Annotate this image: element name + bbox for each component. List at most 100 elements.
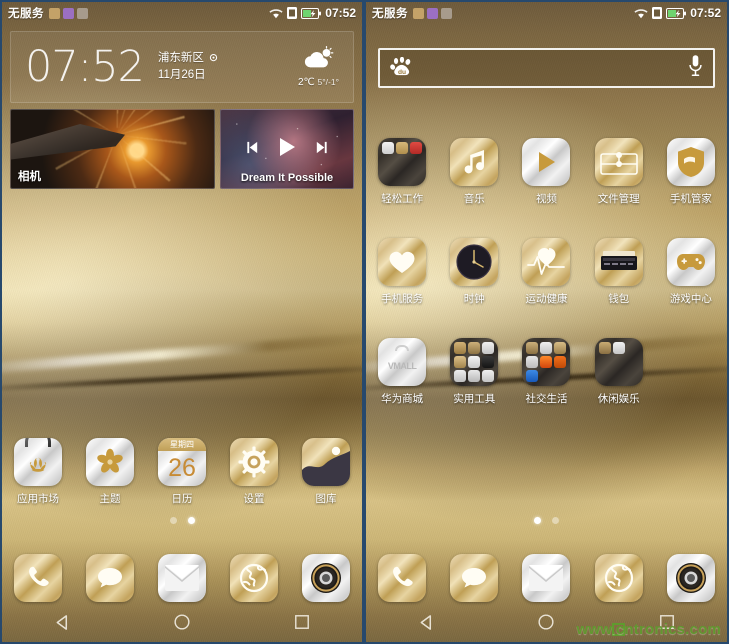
page-dot-active[interactable] bbox=[534, 517, 541, 524]
clock-weather-widget[interactable]: 07:52 浦东新区 11月26日 2℃ 5°/-1° bbox=[10, 31, 354, 103]
mini-app-icon bbox=[482, 356, 495, 368]
app-label: 时钟 bbox=[463, 293, 485, 305]
widget-date: 11月26日 bbox=[157, 69, 206, 81]
app-appstore[interactable]: 应用市场 bbox=[2, 434, 74, 506]
mini-app-icon bbox=[554, 356, 567, 368]
app-folder-social[interactable]: 社交生活 bbox=[510, 334, 582, 406]
status-system-icons: 07:52 bbox=[634, 6, 721, 20]
app-calendar[interactable]: 星期四 26 日历 bbox=[146, 434, 218, 506]
status-bar-right: 无服务 07:52 bbox=[366, 2, 727, 24]
app-label: 游戏中心 bbox=[669, 293, 712, 305]
app-folder-tools[interactable]: 实用工具 bbox=[438, 334, 510, 406]
widget-temperature: 2℃ bbox=[297, 77, 315, 88]
camera-lens-icon[interactable] bbox=[666, 554, 715, 602]
next-icon bbox=[316, 141, 327, 153]
status-time: 07:52 bbox=[690, 6, 721, 20]
app-phone-manager[interactable]: 手机管家 bbox=[655, 134, 727, 206]
screenshot-icon bbox=[427, 7, 438, 19]
app-label: 图库 bbox=[315, 493, 337, 505]
envelope-icon[interactable] bbox=[522, 554, 571, 602]
app-wallet[interactable]: 钱包 bbox=[583, 234, 655, 306]
calendar-icon: 星期四 26 bbox=[158, 438, 206, 486]
globe-icon[interactable] bbox=[594, 554, 643, 602]
vmall-wordmark: VMALL bbox=[387, 361, 417, 371]
folder-icon bbox=[594, 338, 643, 386]
app-folder-entertainment[interactable]: 休闲娱乐 bbox=[583, 334, 655, 406]
wallpaper-shadow-line bbox=[2, 365, 362, 393]
widget-location: 浦东新区 bbox=[157, 52, 204, 64]
navigation-bar-left bbox=[2, 602, 362, 642]
app-vmall[interactable]: VMALL 华为商城 bbox=[366, 334, 438, 406]
play-icon bbox=[280, 138, 295, 156]
app-clock[interactable]: 时钟 bbox=[438, 234, 510, 306]
camera-widget[interactable]: 相机 bbox=[10, 109, 215, 189]
carrier-label: 无服务 bbox=[8, 8, 44, 20]
camera-lens-icon[interactable] bbox=[302, 554, 350, 602]
music-widget[interactable]: Dream It Possible bbox=[220, 109, 354, 189]
battery-charging-icon bbox=[666, 7, 687, 19]
left-home-screen: 无服务 07:52 07:52 浦东新区 11月26日 2℃ 5°/-1° 相机… bbox=[0, 0, 364, 644]
message-icon[interactable] bbox=[86, 554, 134, 602]
mini-app-icon bbox=[454, 370, 467, 382]
message-icon[interactable] bbox=[450, 554, 499, 602]
app-game-center[interactable]: 游戏中心 bbox=[655, 234, 727, 306]
mini-app-icon bbox=[382, 142, 395, 154]
mini-app-icon bbox=[612, 342, 625, 354]
back-icon[interactable] bbox=[54, 614, 71, 631]
phone-icon[interactable] bbox=[14, 554, 62, 602]
app-label: 华为商城 bbox=[381, 393, 424, 405]
envelope-icon[interactable] bbox=[158, 554, 206, 602]
app-label: 手机管家 bbox=[669, 193, 712, 205]
app-settings[interactable]: 设置 bbox=[218, 434, 290, 506]
globe-icon[interactable] bbox=[230, 554, 278, 602]
camera-widget-label: 相机 bbox=[18, 171, 41, 183]
dock-left bbox=[2, 554, 362, 602]
app-gallery[interactable]: 图库 bbox=[290, 434, 362, 506]
screenshot-stage: 无服务 07:52 07:52 浦东新区 11月26日 2℃ 5°/-1° 相机… bbox=[0, 0, 729, 644]
home-icon[interactable] bbox=[537, 613, 555, 631]
app-label: 轻松工作 bbox=[381, 193, 424, 205]
app-label: 手机服务 bbox=[381, 293, 424, 305]
sim-icon bbox=[652, 7, 663, 19]
phone-icon[interactable] bbox=[378, 554, 427, 602]
notification-icon bbox=[49, 7, 60, 19]
analog-clock-icon bbox=[450, 238, 499, 286]
back-icon[interactable] bbox=[418, 614, 435, 631]
app-phone-service[interactable]: 手机服务 bbox=[366, 234, 438, 306]
page-dot[interactable] bbox=[169, 517, 177, 524]
page-dot[interactable] bbox=[552, 517, 559, 524]
screenshot-icon bbox=[63, 7, 74, 19]
app-themes[interactable]: 主题 bbox=[74, 434, 146, 506]
input-method-icon bbox=[441, 7, 452, 19]
app-folder-work[interactable]: 轻松工作 bbox=[366, 134, 438, 206]
page-indicator-left bbox=[2, 517, 362, 524]
calendar-weekday: 星期四 bbox=[158, 438, 206, 451]
baidu-search-widget[interactable]: du bbox=[378, 48, 715, 88]
video-play-icon bbox=[522, 138, 571, 186]
music-track-title: Dream It Possible bbox=[240, 172, 334, 184]
home-icon[interactable] bbox=[173, 613, 191, 631]
mini-app-icon bbox=[410, 142, 423, 154]
appstore-icon bbox=[14, 438, 62, 486]
widget-clock-time: 07:52 bbox=[25, 41, 145, 92]
mini-app-icon bbox=[454, 356, 467, 368]
widget-weather: 2℃ 5°/-1° bbox=[298, 46, 339, 88]
microphone-icon[interactable] bbox=[688, 54, 703, 82]
app-health[interactable]: 运动健康 bbox=[510, 234, 582, 306]
app-music[interactable]: 音乐 bbox=[438, 134, 510, 206]
app-video[interactable]: 视频 bbox=[510, 134, 582, 206]
app-file-manager[interactable]: 文件管理 bbox=[583, 134, 655, 206]
watermark: www.cntronics.com bbox=[576, 621, 721, 638]
gallery-icon bbox=[302, 438, 350, 486]
themes-icon bbox=[86, 438, 134, 486]
status-notification-icons bbox=[413, 7, 452, 19]
app-label: 应用市场 bbox=[17, 493, 59, 505]
app-label: 视频 bbox=[535, 193, 557, 205]
recents-icon[interactable] bbox=[294, 614, 310, 630]
folder-icon bbox=[450, 338, 499, 386]
status-bar-left: 无服务 07:52 bbox=[2, 2, 362, 24]
page-dot-active[interactable] bbox=[187, 517, 195, 524]
app-empty-slot bbox=[655, 334, 727, 406]
baidu-paw-icon: du bbox=[390, 57, 411, 76]
input-method-icon bbox=[77, 7, 88, 19]
